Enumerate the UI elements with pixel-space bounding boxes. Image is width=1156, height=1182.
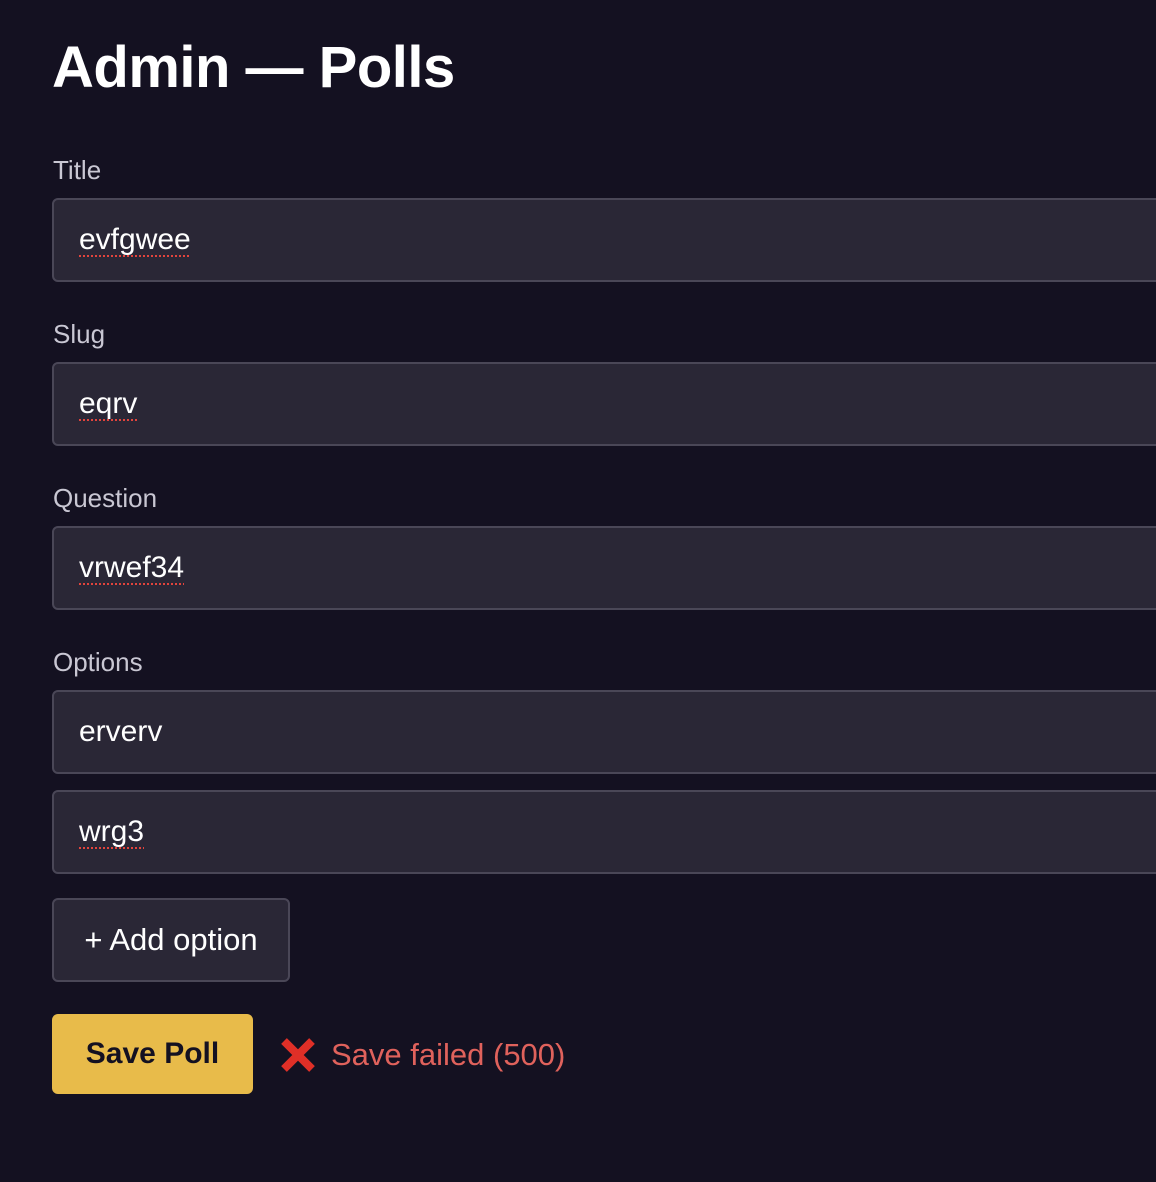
question-label: Question [53, 483, 158, 513]
question-input[interactable]: vrwef34 [52, 526, 1156, 610]
title-input-value: evfgwee [79, 223, 191, 256]
status-text: Save failed (500) [331, 1037, 566, 1072]
admin-polls-page: Admin — Polls Title evfgwee Slug eqrv Qu… [0, 0, 1156, 1182]
save-status: Save failed (500) [278, 1032, 565, 1078]
option-input-value: wrg3 [79, 815, 145, 848]
options-label: Options [53, 647, 143, 677]
title-label: Title [53, 155, 102, 185]
page-title: Admin — Polls [52, 35, 455, 100]
option-input-2[interactable]: wrg3 [52, 790, 1156, 874]
slug-label: Slug [53, 319, 106, 349]
cross-mark-icon [278, 1035, 318, 1075]
add-option-button[interactable]: + Add option [52, 898, 290, 982]
slug-input[interactable]: eqrv [52, 362, 1156, 446]
title-input[interactable]: evfgwee [52, 198, 1156, 282]
question-input-value: vrwef34 [79, 551, 185, 584]
option-input-1[interactable]: erverv [52, 690, 1156, 774]
slug-input-value: eqrv [79, 387, 138, 420]
save-poll-button[interactable]: Save Poll [52, 1014, 253, 1094]
option-input-value: erverv [79, 715, 163, 748]
